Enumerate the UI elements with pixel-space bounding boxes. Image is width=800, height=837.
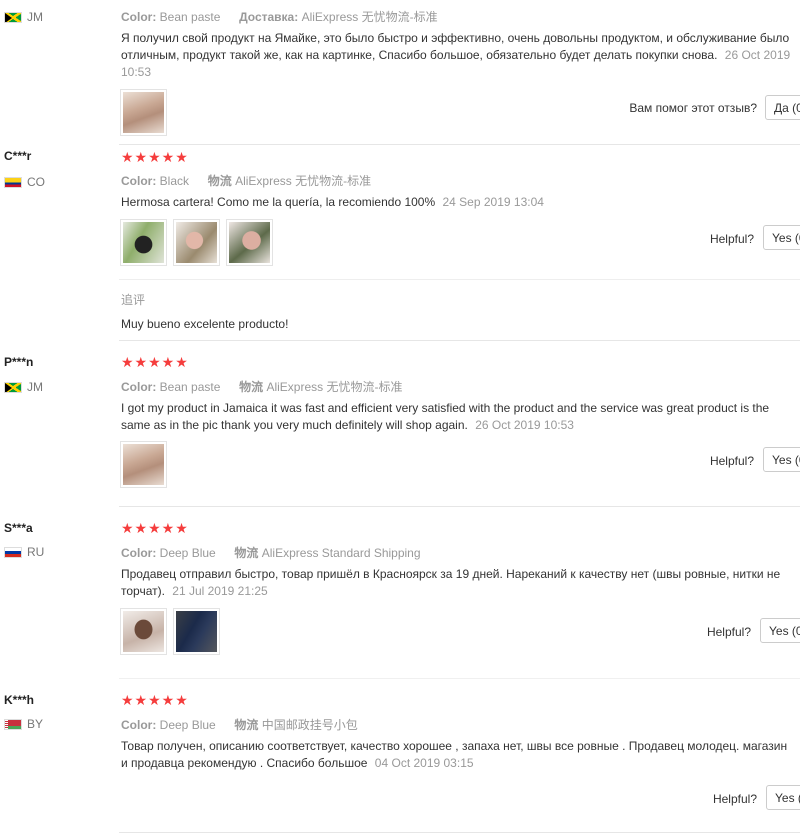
color-value: Deep Blue xyxy=(159,718,216,732)
star-rating: ★★★★★ xyxy=(121,354,189,370)
review-text: Hermosa cartera! Como me la quería, la r… xyxy=(121,195,544,209)
review-photos xyxy=(120,441,167,488)
jamaica-flag-icon xyxy=(4,381,22,393)
review-date: 24 Sep 2019 13:04 xyxy=(442,195,544,209)
shipping-label: 物流 xyxy=(234,546,259,560)
review-attributes: Color: Deep Blue 物流 AliExpress Standard … xyxy=(121,544,421,561)
shipping-value: AliExpress 无忧物流-标准 xyxy=(235,174,372,188)
helpful-yes-button[interactable]: Yes (0) xyxy=(766,785,800,810)
review-photos xyxy=(120,608,220,655)
helpful-label: Helpful? xyxy=(706,625,751,639)
review-attributes: Color: Bean paste 物流 AliExpress 无忧物流-标准 xyxy=(121,378,402,395)
review-photo-thumbnail[interactable] xyxy=(120,608,167,655)
user-country: CO xyxy=(4,175,45,189)
color-label: Color: xyxy=(121,380,157,394)
helpful-label: Helpful? xyxy=(709,454,754,468)
review-photo-thumbnail[interactable] xyxy=(173,219,220,266)
followup-divider xyxy=(119,279,800,280)
helpful-label: Helpful? xyxy=(709,232,754,246)
followup-text: Muy bueno excelente producto! xyxy=(121,317,289,331)
review-item: C***r CO ★★★★★ Color: Black 物流 AliExpres… xyxy=(0,145,800,341)
review-item: S***a RU ★★★★★ Color: Deep Blue 物流 AliEx… xyxy=(0,507,800,679)
review-attributes: Color: Deep Blue 物流 中国邮政挂号小包 xyxy=(121,716,358,733)
user-name: K***h xyxy=(4,693,35,707)
belarus-flag-icon xyxy=(4,718,22,730)
user-country: RU xyxy=(4,545,44,559)
shipping-value: AliExpress 无忧物流-标准 xyxy=(301,10,438,24)
star-rating: ★★★★★ xyxy=(121,692,189,708)
star-rating: ★★★★★ xyxy=(121,149,189,165)
review-text: I got my product in Jamaica it was fast … xyxy=(121,401,770,432)
shipping-label: 物流 xyxy=(207,174,232,188)
shipping-value: AliExpress 无忧物流-标准 xyxy=(266,380,403,394)
user-country: JM xyxy=(4,10,43,24)
color-label: Color: xyxy=(121,10,157,24)
helpful-yes-button[interactable]: Да (0) xyxy=(765,95,800,120)
review-date: 04 Oct 2019 03:15 xyxy=(374,756,474,770)
color-label: Color: xyxy=(121,174,157,188)
color-value: Deep Blue xyxy=(159,546,216,560)
shipping-label: Доставка: xyxy=(239,10,299,24)
user-country: JM xyxy=(4,380,43,394)
helpful-label: Helpful? xyxy=(712,792,757,806)
review-photo-thumbnail[interactable] xyxy=(120,219,167,266)
user-country: BY xyxy=(4,717,43,731)
russia-flag-icon xyxy=(4,546,22,558)
followup-label: 追评 xyxy=(121,293,146,307)
helpful-yes-button[interactable]: Yes (0) xyxy=(760,618,800,643)
shipping-label: 物流 xyxy=(234,718,259,732)
review-attributes: Color: Bean paste Доставка: AliExpress 无… xyxy=(121,8,438,25)
color-value: Bean paste xyxy=(159,380,221,394)
review-photos xyxy=(120,89,167,136)
helpful-yes-button[interactable]: Yes (0) xyxy=(763,447,800,472)
review-item: JM Color: Bean paste Доставка: AliExpres… xyxy=(0,0,800,145)
review-divider xyxy=(119,832,800,833)
review-text: Продавец отправил быстро, товар пришёл в… xyxy=(121,567,781,598)
user-name: S***a xyxy=(4,521,33,535)
color-label: Color: xyxy=(121,718,157,732)
helpful-yes-button[interactable]: Yes (0) xyxy=(763,225,800,250)
review-item: P***n JM ★★★★★ Color: Bean paste 物流 AliE… xyxy=(0,341,800,507)
review-photo-thumbnail[interactable] xyxy=(226,219,273,266)
review-item: K***h BY ★★★★★ Color: Deep Blue 物流 中国邮政挂… xyxy=(0,679,800,837)
review-text: Я получил свой продукт на Ямайке, это бы… xyxy=(121,31,791,79)
star-rating: ★★★★★ xyxy=(121,520,189,536)
color-label: Color: xyxy=(121,546,157,560)
review-photos xyxy=(120,219,273,266)
review-attributes: Color: Black 物流 AliExpress 无忧物流-标准 xyxy=(121,172,371,189)
colombia-flag-icon xyxy=(4,176,22,188)
color-value: Black xyxy=(159,174,190,188)
color-value: Bean paste xyxy=(159,10,221,24)
user-name: P***n xyxy=(4,355,34,369)
review-photo-thumbnail[interactable] xyxy=(120,441,167,488)
user-name: C***r xyxy=(4,149,32,163)
shipping-value: AliExpress Standard Shipping xyxy=(261,546,421,560)
review-text: Товар получен, описанию соответствует, к… xyxy=(121,739,788,770)
review-photo-thumbnail[interactable] xyxy=(173,608,220,655)
helpful-label: Вам помог этот отзыв? xyxy=(629,101,757,115)
review-date: 21 Jul 2019 21:25 xyxy=(172,584,268,598)
shipping-label: 物流 xyxy=(239,380,264,394)
review-date: 26 Oct 2019 10:53 xyxy=(475,418,574,432)
shipping-value: 中国邮政挂号小包 xyxy=(261,718,358,732)
jamaica-flag-icon xyxy=(4,11,22,23)
review-photo-thumbnail[interactable] xyxy=(120,89,167,136)
